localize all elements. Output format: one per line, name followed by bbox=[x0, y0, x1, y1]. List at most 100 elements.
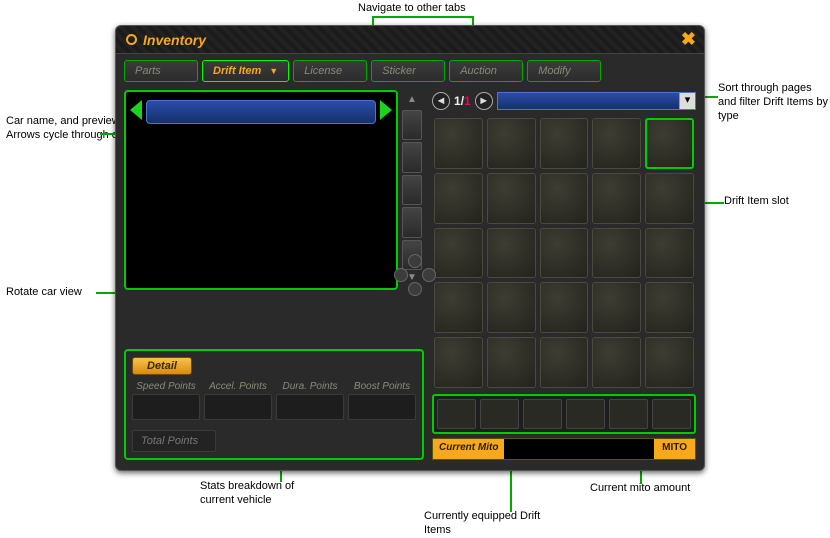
car-name-bar bbox=[146, 100, 376, 124]
rotate-left-button[interactable] bbox=[394, 268, 408, 282]
stat-header: Boost Points bbox=[348, 381, 416, 392]
anno-slot: Drift Item slot bbox=[724, 195, 789, 209]
chevron-up-icon[interactable]: ▲ bbox=[402, 94, 422, 108]
item-grid bbox=[432, 116, 696, 390]
rotate-right-button[interactable] bbox=[422, 268, 436, 282]
stats-panel: Detail Speed Points Accel. Points Dura. … bbox=[124, 349, 424, 460]
stat-cell bbox=[132, 394, 200, 420]
equipped-slot[interactable] bbox=[437, 399, 476, 429]
side-button[interactable] bbox=[402, 110, 422, 140]
tab-sticker[interactable]: Sticker bbox=[371, 60, 445, 82]
car-preview bbox=[124, 90, 398, 290]
side-button[interactable] bbox=[402, 142, 422, 172]
tab-label: Sticker bbox=[382, 65, 416, 77]
item-slot[interactable] bbox=[645, 173, 694, 224]
page-prev-button[interactable]: ◄ bbox=[432, 92, 450, 110]
window-title: Inventory bbox=[143, 32, 206, 48]
item-slot[interactable] bbox=[592, 282, 641, 333]
mito-bar: Current Mito MITO bbox=[432, 438, 696, 460]
rotate-control bbox=[394, 254, 432, 292]
item-slot[interactable] bbox=[540, 228, 589, 279]
item-slot[interactable] bbox=[487, 228, 536, 279]
stat-header: Dura. Points bbox=[276, 381, 344, 392]
item-slot[interactable] bbox=[434, 228, 483, 279]
stat-header: Speed Points bbox=[132, 381, 200, 392]
stat-cell bbox=[348, 394, 416, 420]
tab-label: Parts bbox=[135, 65, 161, 77]
right-panel: ◄ 1/1 ► ▾ bbox=[432, 90, 696, 460]
inventory-window: Inventory ✖ Parts Drift Item ▼ License St… bbox=[115, 25, 705, 471]
item-slot[interactable] bbox=[592, 337, 641, 388]
mito-currency: MITO bbox=[654, 439, 695, 459]
titlebar: Inventory ✖ bbox=[116, 26, 704, 54]
ring-icon bbox=[126, 34, 137, 45]
page-next-button[interactable]: ► bbox=[475, 92, 493, 110]
item-slot[interactable] bbox=[645, 118, 694, 169]
mito-label: Current Mito bbox=[433, 439, 504, 459]
tab-label: Auction bbox=[460, 65, 497, 77]
next-car-arrow[interactable] bbox=[380, 100, 392, 120]
side-button[interactable] bbox=[402, 207, 422, 237]
prev-car-arrow[interactable] bbox=[130, 100, 142, 120]
chevron-down-icon: ▾ bbox=[679, 93, 695, 109]
equipped-slot[interactable] bbox=[566, 399, 605, 429]
item-slot[interactable] bbox=[434, 118, 483, 169]
item-slot[interactable] bbox=[540, 173, 589, 224]
equipped-slot[interactable] bbox=[652, 399, 691, 429]
anno-pager: Sort through pages and filter Drift Item… bbox=[718, 82, 830, 123]
anno-stats: Stats breakdown of current vehicle bbox=[200, 480, 330, 508]
equipped-items bbox=[432, 394, 696, 434]
left-panel: ▲ ▼ Detail Speed Points bbox=[124, 90, 424, 460]
detail-button[interactable]: Detail bbox=[132, 357, 192, 375]
anno-equipped: Currently equipped Drift Items bbox=[424, 510, 554, 538]
item-slot[interactable] bbox=[645, 282, 694, 333]
tab-drift-item[interactable]: Drift Item ▼ bbox=[202, 60, 289, 82]
stat-headers: Speed Points Accel. Points Dura. Points … bbox=[132, 381, 416, 392]
item-slot[interactable] bbox=[487, 118, 536, 169]
item-slot[interactable] bbox=[434, 337, 483, 388]
tab-license[interactable]: License bbox=[293, 60, 367, 82]
anno-rotate: Rotate car view bbox=[6, 286, 82, 300]
tab-label: Modify bbox=[538, 65, 570, 77]
tab-label: Drift Item bbox=[213, 65, 261, 77]
mito-value bbox=[504, 439, 654, 459]
equipped-slot[interactable] bbox=[609, 399, 648, 429]
item-slot[interactable] bbox=[592, 118, 641, 169]
pager: ◄ 1/1 ► ▾ bbox=[432, 90, 696, 112]
item-filter-dropdown[interactable]: ▾ bbox=[497, 92, 696, 110]
anno-tabs: Navigate to other tabs bbox=[358, 2, 466, 16]
anno-line bbox=[372, 16, 474, 18]
item-slot[interactable] bbox=[487, 337, 536, 388]
tab-auction[interactable]: Auction bbox=[449, 60, 523, 82]
item-slot[interactable] bbox=[487, 282, 536, 333]
item-slot[interactable] bbox=[487, 173, 536, 224]
tab-bar: Parts Drift Item ▼ License Sticker Auctio… bbox=[116, 54, 704, 86]
tab-label: License bbox=[304, 65, 342, 77]
rotate-up-button[interactable] bbox=[408, 254, 422, 268]
equipped-slot[interactable] bbox=[480, 399, 519, 429]
close-button[interactable]: ✖ bbox=[681, 29, 696, 50]
page-current: 1 bbox=[454, 94, 461, 108]
total-points-label: Total Points bbox=[132, 430, 216, 452]
item-slot[interactable] bbox=[434, 282, 483, 333]
item-slot[interactable] bbox=[540, 282, 589, 333]
item-slot[interactable] bbox=[645, 337, 694, 388]
rotate-down-button[interactable] bbox=[408, 282, 422, 296]
item-slot[interactable] bbox=[434, 173, 483, 224]
anno-mito: Current mito amount bbox=[590, 482, 690, 496]
item-slot[interactable] bbox=[540, 337, 589, 388]
side-button[interactable] bbox=[402, 175, 422, 205]
item-slot[interactable] bbox=[645, 228, 694, 279]
stat-header: Accel. Points bbox=[204, 381, 272, 392]
page-indicator: 1/1 bbox=[454, 94, 471, 108]
stat-cell bbox=[276, 394, 344, 420]
chevron-down-icon: ▼ bbox=[269, 66, 278, 76]
equipped-slot[interactable] bbox=[523, 399, 562, 429]
stat-values bbox=[132, 394, 416, 420]
item-slot[interactable] bbox=[592, 228, 641, 279]
item-slot[interactable] bbox=[540, 118, 589, 169]
tab-modify[interactable]: Modify bbox=[527, 60, 601, 82]
window-body: ▲ ▼ Detail Speed Points bbox=[116, 86, 704, 468]
item-slot[interactable] bbox=[592, 173, 641, 224]
tab-parts[interactable]: Parts bbox=[124, 60, 198, 82]
